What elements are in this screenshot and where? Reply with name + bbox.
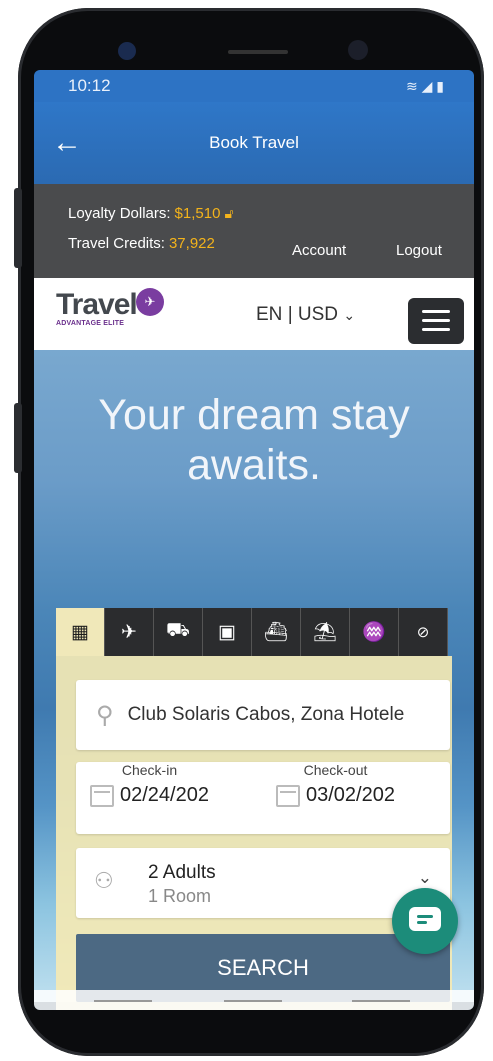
hotel-icon: ▦ <box>71 621 89 643</box>
search-panel: ⚲ Club Solaris Cabos, Zona Hotele Check-… <box>56 656 452 1010</box>
volume-button <box>14 188 22 268</box>
checkin-field[interactable]: Check-in 02/24/202 <box>90 762 209 807</box>
language-currency-selector[interactable]: EN | USD ⌄ <box>256 304 355 326</box>
percent-icon: ⊘ <box>416 624 430 641</box>
car-icon: ⛟ <box>166 620 190 641</box>
wifi-icon: ≋ <box>405 77 418 94</box>
tab-car[interactable]: ⛟ <box>154 608 203 656</box>
logout-link[interactable]: Logout <box>396 242 442 259</box>
account-link[interactable]: Account <box>292 242 346 259</box>
loyalty-dollars-row: Loyalty Dollars: $1,510 🔓︎ <box>68 198 474 228</box>
rooms-value: 1 Room <box>148 886 212 906</box>
adults-value: 2 Adults <box>148 862 216 883</box>
checkout-value: 03/02/202 <box>306 784 395 806</box>
destination-value: Club Solaris Cabos, Zona Hotele <box>127 704 405 725</box>
page-title: Book Travel <box>209 133 299 152</box>
travel-credits-value: 37,922 <box>168 234 215 252</box>
hero-section: Your dream stay awaits. ▦ ✈ ⛟ ▣ ⛴ ⛱ ♒ ⊘ … <box>34 350 474 1010</box>
system-nav-bar <box>34 990 474 1010</box>
status-time: 10:12 <box>68 76 111 95</box>
hero-headline: Your dream stay awaits. <box>98 391 410 489</box>
chat-button[interactable] <box>392 888 458 954</box>
front-camera-icon <box>348 40 368 60</box>
speaker-grille <box>228 50 288 54</box>
chevron-down-icon: ⌄ <box>343 307 356 323</box>
phone-screen: 10:12 ≋ ◢ ▮ ← Book Travel Loyalty Dollar… <box>34 70 474 1010</box>
tab-train[interactable]: ▣ <box>203 608 252 656</box>
nav-indicator <box>224 1000 282 1002</box>
booking-type-tabs: ▦ ✈ ⛟ ▣ ⛴ ⛱ ♒ ⊘ <box>56 608 448 656</box>
ship-icon: ⛴ <box>263 622 289 643</box>
checkin-label: Check-in <box>121 762 178 778</box>
airplane-icon: ✈ <box>121 621 137 643</box>
battery-icon: ▮ <box>436 77 444 94</box>
checkout-label: Check-out <box>303 762 368 778</box>
lock-icon: 🔓︎ <box>224 204 234 221</box>
status-bar: 10:12 ≋ ◢ ▮ <box>34 70 474 102</box>
tab-hotel[interactable]: ▦ <box>56 608 105 656</box>
arrow-left-icon[interactable]: ← <box>52 128 82 158</box>
language-value: EN <box>256 304 283 325</box>
train-icon: ▣ <box>218 621 236 643</box>
logo-wordmark: Travel <box>56 288 138 321</box>
beach-umbrella-icon: ⛱ <box>312 622 338 643</box>
dates-field: Check-in 02/24/202 Check-out 03/02/202 <box>76 762 450 834</box>
calendar-icon <box>276 784 300 807</box>
power-button <box>14 403 22 473</box>
nav-indicator <box>94 1000 152 1002</box>
chat-bubble-icon <box>409 907 441 931</box>
tab-activities[interactable]: ⛱ <box>301 608 350 656</box>
loyalty-dollars-label: Loyalty Dollars: <box>68 204 171 222</box>
signal-icon: ◢ <box>421 77 433 94</box>
loyalty-dollars-value: $1,510 <box>174 204 221 222</box>
location-marker-icon: ⚲ <box>96 701 114 729</box>
checkout-field[interactable]: Check-out 03/02/202 <box>276 762 395 807</box>
people-icon: ⚇ <box>94 868 114 893</box>
currency-value: USD <box>297 304 339 325</box>
checkin-value: 02/24/202 <box>120 784 209 806</box>
nav-indicator <box>352 1000 410 1002</box>
tab-deals[interactable]: ⊘ <box>399 608 448 656</box>
travel-credits-label: Travel Credits: <box>68 234 165 252</box>
tab-vacation[interactable]: ♒ <box>350 608 399 656</box>
destination-field[interactable]: ⚲ Club Solaris Cabos, Zona Hotele <box>76 680 450 750</box>
sensor-icon <box>118 42 136 60</box>
loyalty-bar: Loyalty Dollars: $1,510 🔓︎ Travel Credit… <box>34 184 474 278</box>
hamburger-menu-button[interactable] <box>408 298 464 344</box>
location-pin-icon: ✈ <box>136 288 164 316</box>
travel-advantage-logo[interactable]: Travel ADVANTAGE ELITE <box>56 288 138 327</box>
tab-cruise[interactable]: ⛴ <box>252 608 301 656</box>
app-bar: ← Book Travel <box>34 102 474 184</box>
brand-header: Travel ADVANTAGE ELITE ✈ EN | USD ⌄ <box>34 278 474 350</box>
calendar-icon <box>90 784 114 807</box>
status-icons: ≋ ◢ ▮ <box>406 78 444 95</box>
chevron-down-icon: ⌄ <box>417 868 432 887</box>
tab-flight[interactable]: ✈ <box>105 608 154 656</box>
island-icon: ♒ <box>362 622 386 643</box>
